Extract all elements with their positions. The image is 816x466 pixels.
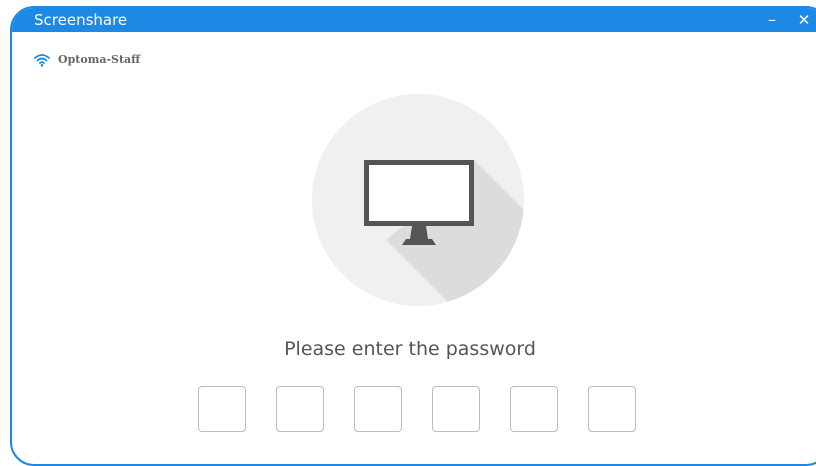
monitor-illustration bbox=[312, 94, 524, 306]
password-digit-3[interactable] bbox=[354, 386, 402, 432]
password-input-group bbox=[198, 386, 636, 432]
password-digit-6[interactable] bbox=[588, 386, 636, 432]
minimize-button[interactable]: – bbox=[760, 8, 784, 32]
password-digit-2[interactable] bbox=[276, 386, 324, 432]
monitor-icon bbox=[364, 160, 524, 306]
password-digit-1[interactable] bbox=[198, 386, 246, 432]
network-indicator: Optoma-Staff bbox=[34, 50, 140, 70]
window-title: Screenshare bbox=[34, 11, 128, 29]
password-prompt: Please enter the password bbox=[284, 338, 536, 360]
title-bar[interactable]: Screenshare – ✕ bbox=[12, 8, 816, 32]
wifi-icon bbox=[34, 54, 50, 67]
network-name: Optoma-Staff bbox=[58, 53, 141, 66]
password-digit-5[interactable] bbox=[510, 386, 558, 432]
close-button[interactable]: ✕ bbox=[792, 8, 816, 32]
screenshare-window: Screenshare – ✕ Optoma-Staff Please ente… bbox=[10, 6, 816, 466]
password-digit-4[interactable] bbox=[432, 386, 480, 432]
